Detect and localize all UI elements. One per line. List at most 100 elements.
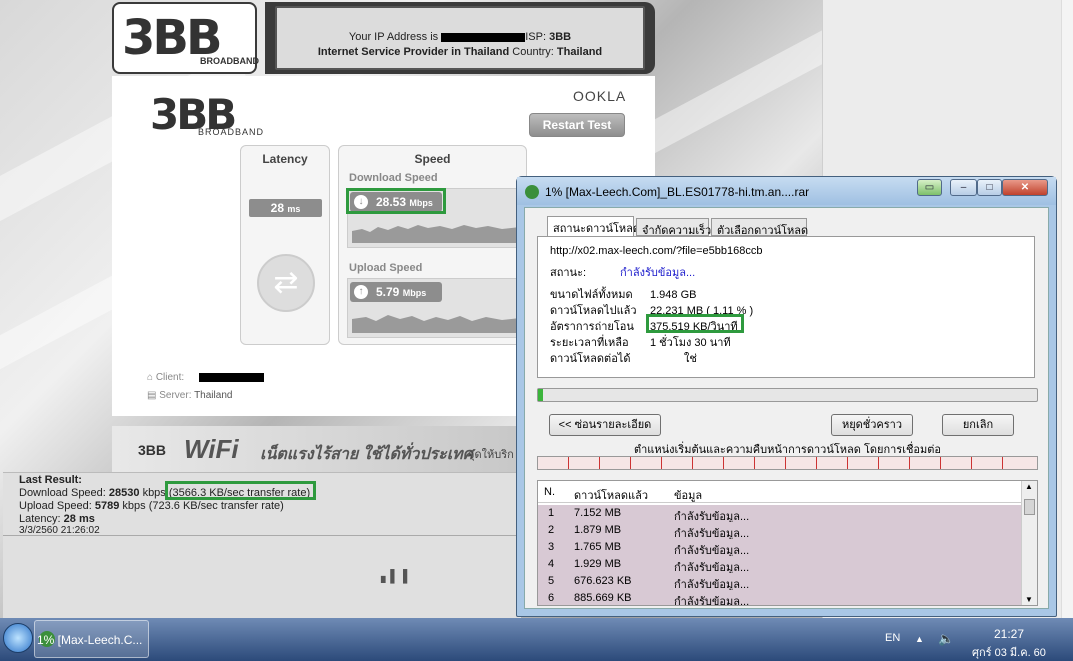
last-upload-rate: (723.6 KB/sec transfer rate) <box>148 500 284 512</box>
client-redacted <box>198 372 264 382</box>
row-size: 676.623 KB <box>574 575 632 587</box>
latency-box: Latency 28 ms ⇄ <box>240 145 330 345</box>
wifi-slogan: เน็ตแรงไร้สาย ใช้ได้ทั่วประเทศ <box>260 446 473 463</box>
home-icon: ⌂ <box>147 372 154 383</box>
segment-divider <box>538 457 1003 469</box>
col-downloaded[interactable]: ดาวน์โหลดแล้ว <box>574 486 648 504</box>
last-upload-kbps: 5789 <box>94 500 120 512</box>
upload-unit: Mbps <box>402 288 427 298</box>
scroll-up-icon[interactable]: ▲ <box>1025 482 1033 491</box>
row-size: 1.879 MB <box>574 524 622 536</box>
latency-value: 28 ms <box>249 199 322 217</box>
taskbar-item-label: 1% [Max-Leech.C... <box>37 633 143 647</box>
download-graph <box>352 225 520 243</box>
provider-line: Internet Service Provider in Thailand <box>317 46 510 58</box>
page-scrollbar[interactable] <box>1061 0 1073 618</box>
minimize-button[interactable]: – <box>950 179 977 196</box>
restart-test-button[interactable]: Restart Test <box>529 113 625 137</box>
logo-subtext: BROADBAND <box>200 56 259 66</box>
col-number[interactable]: N. <box>544 486 555 498</box>
row-info: กำลังรับข้อมูล... <box>674 596 750 606</box>
table-row[interactable]: 5 676.623 KB กำลังรับข้อมูล... <box>538 573 1022 591</box>
kbps-unit: kbps <box>142 487 166 499</box>
table-row[interactable]: 3 1.765 MB กำลังรับข้อมูล... <box>538 539 1022 557</box>
upload-label: Upload Speed <box>349 262 423 274</box>
pause-button[interactable]: หยุดชั่วคราว <box>831 414 913 436</box>
scrollbar-thumb[interactable] <box>1024 499 1035 515</box>
wifi-brand: 3BB <box>138 442 167 458</box>
volume-icon[interactable]: 🔈 <box>938 631 954 647</box>
upload-arrow-icon: ↑ <box>354 285 368 299</box>
speed-title: Speed <box>414 152 451 166</box>
tab-speed-limit[interactable]: จำกัดความเร็ว <box>636 218 711 237</box>
ip-info-inner: Your IP Address is ISP: 3BB Internet Ser… <box>275 6 645 70</box>
country-value: Thailand <box>556 46 603 58</box>
rate-highlight <box>646 314 744 333</box>
status-row: สถานะ: กำลังรับข้อมูล... <box>550 263 695 281</box>
progress-fill <box>538 389 543 401</box>
panel-logo-sub: BROADBAND <box>198 127 265 137</box>
tab-download-status[interactable]: สถานะดาวน์โหลด <box>547 216 640 236</box>
latency-unit: ms <box>287 204 301 214</box>
country-label: Country: <box>512 46 554 58</box>
client-label: Client: <box>155 372 185 383</box>
col-info[interactable]: ข้อมูล <box>674 486 702 504</box>
server-row: ▤ Server: Thailand <box>147 390 232 401</box>
window-titlebar[interactable]: 1% [Max-Leech.Com]_BL.ES01778-hi.tm.an..… <box>517 177 1056 205</box>
row-size: 1.929 MB <box>574 558 622 570</box>
row-size: 1.765 MB <box>574 541 622 553</box>
resume-value: ใช่ <box>684 353 697 365</box>
upload-graph <box>352 315 520 333</box>
close-button[interactable]: ✕ <box>1002 179 1048 196</box>
resume-label: ดาวน์โหลดต่อได้ <box>550 353 631 365</box>
server-icon: ▤ <box>147 390 157 401</box>
taskbar-idm-item[interactable]: 1% [Max-Leech.C... <box>34 620 149 658</box>
row-number: 3 <box>548 541 555 553</box>
maximize-button[interactable]: □ <box>977 179 1002 196</box>
server-value: Thailand <box>194 390 233 401</box>
divider <box>3 535 521 536</box>
last-download-kbps: 28530 <box>108 487 140 499</box>
table-row[interactable]: 6 885.669 KB กำลังรับข้อมูล... <box>538 590 1022 606</box>
loading-icon: ▖▌▐ <box>381 569 408 583</box>
last-result-title: Last Result: <box>19 474 82 486</box>
speed-limiter-icon[interactable]: ▭ <box>917 179 942 196</box>
speed-box: Speed Download Speed ↓ 28.53 Mbps Upload … <box>338 145 527 345</box>
download-info-panel: http://x02.max-leech.com/?file=e5bb168cc… <box>537 236 1035 378</box>
download-url: http://x02.max-leech.com/?file=e5bb168cc… <box>550 245 763 257</box>
latency-title: Latency <box>262 152 308 166</box>
show-hidden-icons[interactable]: ▲ <box>915 634 924 644</box>
download-progress-bar <box>537 388 1038 402</box>
last-latency-prefix: Latency: <box>19 513 61 525</box>
ookla-logo: OOKLA <box>573 88 627 104</box>
row-size: 7.152 MB <box>574 507 622 519</box>
scroll-down-icon[interactable]: ▼ <box>1025 595 1033 604</box>
table-row[interactable]: 4 1.929 MB กำลังรับข้อมูล... <box>538 556 1022 574</box>
table-row[interactable]: 1 7.152 MB กำลังรับข้อมูล... <box>538 505 1022 523</box>
size-value: 1.948 GB <box>650 289 697 301</box>
idm-download-window: 1% [Max-Leech.Com]_BL.ES01778-hi.tm.an..… <box>516 176 1057 617</box>
latency-number: 28 <box>270 201 284 215</box>
3bb-header-logo: 3BB BROADBAND <box>112 2 259 74</box>
clock-time[interactable]: 21:27 <box>994 627 1024 641</box>
start-button[interactable] <box>3 623 33 653</box>
taskbar: 1% [Max-Leech.C... EN ▲ 🔈 21:27 ศุกร์ 03… <box>0 618 1073 661</box>
clock-date[interactable]: ศุกร์ 03 มี.ค. 60 <box>972 643 1046 661</box>
isp-label: ISP: <box>525 31 547 43</box>
last-upload-line: Upload Speed: 5789 kbps (723.6 KB/sec tr… <box>19 500 284 512</box>
cancel-button[interactable]: ยกเลิก <box>942 414 1014 436</box>
row-number: 5 <box>548 575 555 587</box>
connection-segments-bar <box>537 456 1038 470</box>
tab-download-options[interactable]: ตัวเลือกดาวน์โหลด <box>711 218 808 237</box>
language-indicator[interactable]: EN <box>885 632 900 644</box>
table-row[interactable]: 2 1.879 MB กำลังรับข้อมูล... <box>538 522 1022 540</box>
row-number: 4 <box>548 558 555 570</box>
ip-info-box: Your IP Address is ISP: 3BB Internet Ser… <box>265 2 655 74</box>
download-rate-highlight <box>165 481 316 500</box>
download-highlight <box>346 188 446 214</box>
isp-value: 3BB <box>549 31 572 43</box>
table-scrollbar[interactable]: ▲ ▼ <box>1021 481 1037 605</box>
hide-details-button[interactable]: << ซ่อนรายละเอียด <box>549 414 661 436</box>
row-number: 1 <box>548 507 555 519</box>
window-body: สถานะดาวน์โหลด จำกัดความเร็ว ตัวเลือกดาว… <box>524 207 1049 609</box>
